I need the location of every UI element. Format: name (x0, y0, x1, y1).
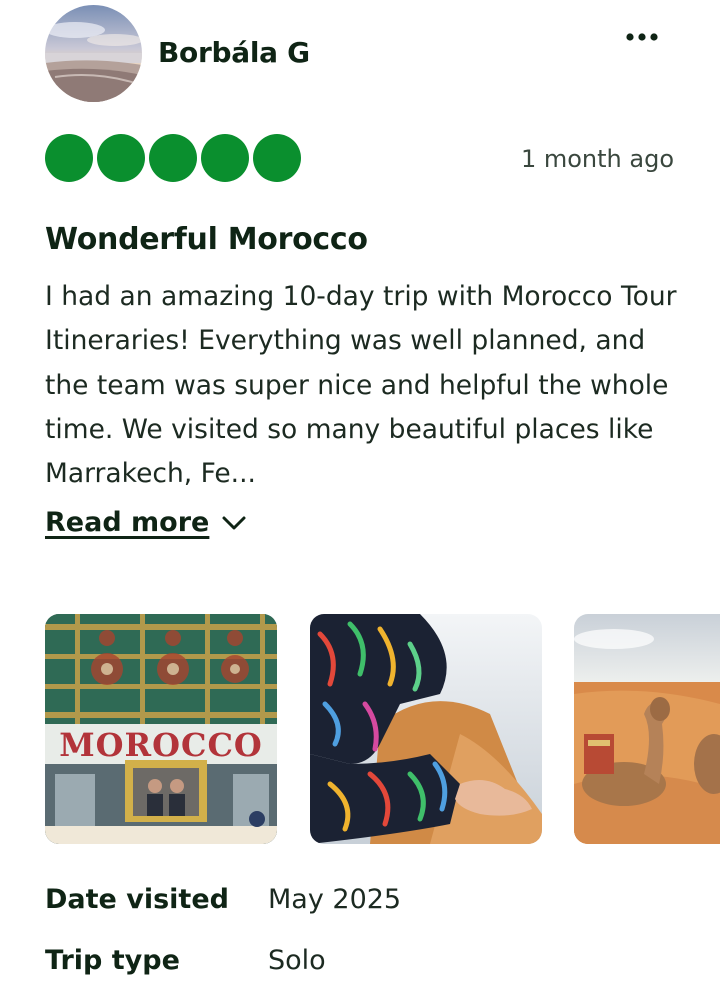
rating-bubble-icon (253, 134, 301, 182)
rating-bubble-icon (149, 134, 197, 182)
trip-type-label: Trip type (45, 945, 180, 976)
rating-bubble-icon (97, 134, 145, 182)
rating-bubbles (45, 134, 301, 182)
morocco-restaurant-photo[interactable]: MOROCCO (45, 614, 277, 844)
rating-bubble-icon (45, 134, 93, 182)
reviewer-name[interactable]: Borbála G (158, 36, 310, 69)
desert-walk-photo[interactable] (310, 614, 542, 844)
more-horizontal-icon (626, 33, 658, 41)
morocco-sign-text: MOROCCO (59, 726, 263, 764)
review-body: I had an amazing 10-day trip with Morocc… (45, 281, 677, 490)
more-options-button[interactable] (614, 20, 670, 54)
trip-type-value: Solo (268, 945, 326, 976)
date-visited-value: May 2025 (268, 884, 402, 915)
camel-desert-photo[interactable] (574, 614, 720, 844)
read-more-button[interactable]: Read more (45, 507, 247, 538)
chevron-down-icon (222, 516, 246, 529)
review-title[interactable]: Wonderful Morocco (45, 222, 368, 257)
date-visited-label: Date visited (45, 884, 229, 915)
review-date: 1 month ago (520, 145, 674, 173)
reviewer-avatar[interactable] (45, 5, 142, 102)
read-more-label: Read more (45, 507, 210, 538)
rating-bubble-icon (201, 134, 249, 182)
beach-sunset-avatar-image (45, 5, 142, 102)
